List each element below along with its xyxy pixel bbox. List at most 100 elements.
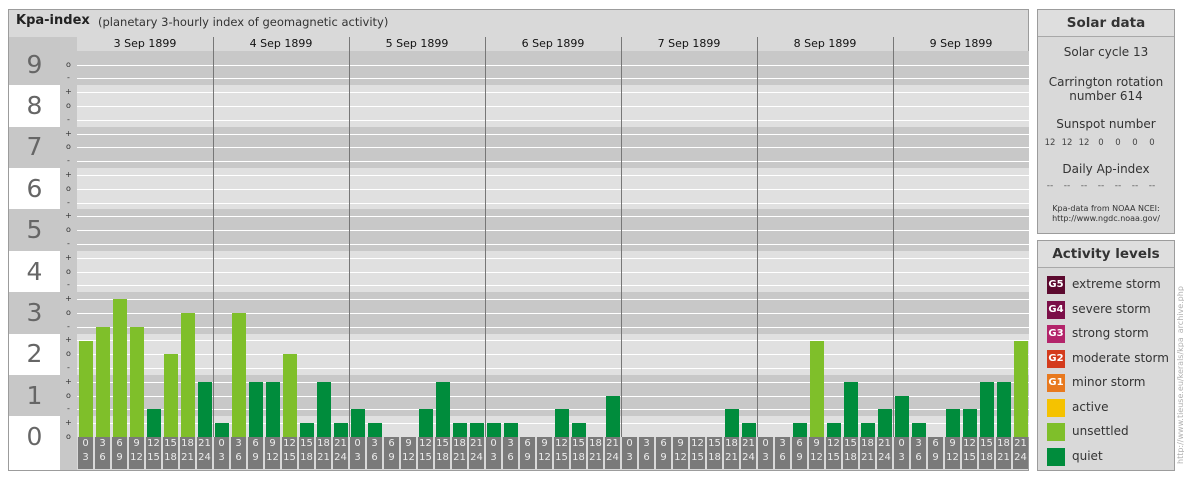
hour-start: 3 [915, 438, 922, 449]
hour-end: 3 [626, 452, 633, 463]
minor-mark: o [66, 59, 71, 69]
kp-bar [962, 409, 977, 437]
hour-start: 0 [762, 438, 769, 449]
hour-cell: 9 12 [537, 437, 552, 469]
hour-cell: 03 [214, 437, 229, 469]
kp-bar [95, 326, 110, 437]
day-label: 5 Sep 1899 [385, 37, 449, 50]
data-source-url[interactable]: http://www.ngdc.noaa.gov/ [1038, 214, 1174, 223]
gridline [77, 147, 1029, 149]
plot-band [77, 51, 1029, 86]
kp-bar [435, 381, 450, 437]
hour-end: 12 [538, 452, 551, 463]
kp-bar [843, 381, 858, 437]
hour-start: 3 [99, 438, 106, 449]
hour-end: 24 [470, 452, 483, 463]
day-label: 9 Sep 1899 [929, 37, 993, 50]
hour-cell: 36 [231, 437, 246, 469]
kp-bar [180, 312, 195, 437]
level-band [9, 37, 60, 51]
kp-bar [231, 312, 246, 437]
legend-label: moderate storm [1072, 350, 1169, 365]
minor-mark: - [67, 197, 70, 207]
hour-end: 24 [334, 452, 347, 463]
hour-start: 12 [555, 438, 568, 449]
plot-area [77, 51, 1029, 437]
hour-start: 18 [861, 438, 874, 449]
minor-mark: o [66, 225, 71, 235]
hour-start: 9 [949, 438, 956, 449]
gridline [77, 312, 1029, 314]
hour-start: 3 [507, 438, 514, 449]
hour-start: 6 [796, 438, 803, 449]
kp-bar [809, 340, 824, 437]
kp-bar [299, 423, 314, 437]
hour-start: 21 [742, 438, 755, 449]
hour-start: 18 [453, 438, 466, 449]
minor-mark: + [65, 418, 72, 428]
minor-mark: + [65, 211, 72, 221]
hour-cell: 03 [758, 437, 773, 469]
kp-bar [996, 381, 1011, 437]
hour-start: 0 [490, 438, 497, 449]
hour-cell: 12 15 [282, 437, 297, 469]
hour-start: 0 [354, 438, 361, 449]
gridline [77, 230, 1029, 232]
hour-cell: 36 [911, 437, 926, 469]
hour-start: 15 [708, 438, 721, 449]
hour-cell: 03 [622, 437, 637, 469]
carrington-number: number 614 [1069, 89, 1143, 103]
day-divider [485, 37, 486, 437]
legend-label: minor storm [1072, 375, 1146, 389]
kp-bar [129, 326, 144, 437]
kp-level-axis: 0 1 2 3 4 5 6 7 8 9 [9, 37, 60, 470]
hour-cell: 69 [928, 437, 943, 469]
hour-cell: 18 21 [724, 437, 739, 469]
day-divider [349, 37, 350, 437]
legend-item: G3 strong storm [1038, 325, 1174, 345]
hour-cell: 9 12 [129, 437, 144, 469]
kp-bar [945, 409, 960, 437]
minor-mark: - [67, 73, 70, 83]
ap-value: -- [1080, 181, 1088, 191]
legend-label: severe storm [1072, 301, 1151, 316]
level-label: 4 [26, 256, 43, 286]
gridline [77, 174, 1029, 176]
kp-bar [1013, 340, 1028, 437]
hour-end: 9 [252, 452, 259, 463]
minor-mark: + [65, 169, 72, 179]
chart-subtitle: (planetary 3-hourly index of geomagnetic… [98, 15, 389, 29]
kp-bar [78, 340, 93, 437]
hour-start: 15 [436, 438, 449, 449]
day-label: 3 Sep 1899 [113, 37, 177, 50]
hour-cell: 21 24 [877, 437, 892, 469]
minor-mark: o [66, 349, 71, 359]
hour-start: 12 [419, 438, 432, 449]
hour-cell: 18 21 [588, 437, 603, 469]
legend-label: extreme storm [1072, 277, 1161, 291]
hour-cell: 18 21 [996, 437, 1011, 469]
kp-bar [554, 409, 569, 437]
hour-end: 12 [946, 452, 959, 463]
hour-end: 3 [218, 452, 225, 463]
hour-start: 3 [371, 438, 378, 449]
level-label: 6 [26, 173, 43, 203]
legend-label: active [1072, 399, 1109, 414]
minor-mark: - [67, 404, 70, 414]
hour-cell: 15 18 [299, 437, 314, 469]
hour-end: 3 [82, 452, 89, 463]
hour-start: 12 [147, 438, 160, 449]
day-divider [621, 37, 622, 437]
minor-mark: o [66, 142, 71, 152]
hour-start: 6 [524, 438, 531, 449]
hour-start: 3 [643, 438, 650, 449]
hour-start: 15 [164, 438, 177, 449]
hour-cell: 21 24 [741, 437, 756, 469]
kp-bar [571, 423, 586, 437]
minor-mark: o [66, 101, 71, 111]
sunspot-value: 0 [1149, 138, 1155, 148]
gridline [77, 257, 1029, 259]
hour-end: 9 [116, 452, 123, 463]
hour-end: 21 [317, 452, 330, 463]
hour-end: 21 [861, 452, 874, 463]
